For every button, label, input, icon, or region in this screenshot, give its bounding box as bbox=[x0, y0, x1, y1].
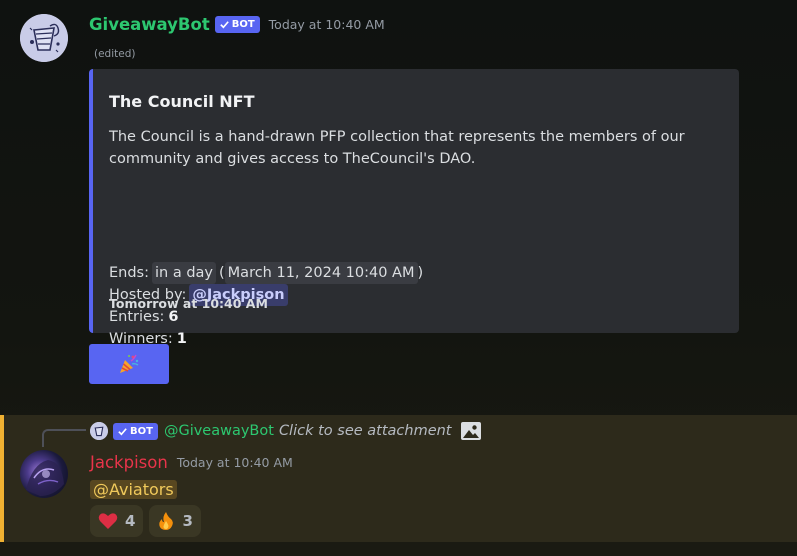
embed-title: The Council NFT bbox=[109, 92, 255, 111]
edited-label: (edited) bbox=[94, 48, 136, 60]
message-header: GiveawayBot BOT Today at 10:40 AM bbox=[89, 12, 385, 36]
reaction-count: 4 bbox=[125, 512, 136, 530]
enter-giveaway-button[interactable] bbox=[89, 344, 169, 384]
reply-bot-tag: BOT bbox=[113, 422, 158, 440]
user-avatar[interactable] bbox=[20, 450, 68, 498]
giveaway-embed: The Council NFT The Council is a hand-dr… bbox=[89, 69, 739, 347]
reactions: 4 3 bbox=[90, 505, 201, 537]
reply-author-mention-text: @GiveawayBot bbox=[163, 423, 274, 439]
ends-relative-time[interactable]: in a day bbox=[152, 262, 216, 284]
reply-author-mention[interactable]: @GiveawayBot bbox=[164, 423, 274, 439]
timestamp: Today at 10:40 AM bbox=[268, 16, 385, 32]
author-name[interactable]: GiveawayBot bbox=[89, 15, 210, 34]
reaction-heart[interactable]: 4 bbox=[90, 505, 144, 537]
bot-tag: BOT bbox=[214, 15, 260, 33]
reaction-fire[interactable]: 3 bbox=[149, 505, 201, 537]
heart-icon bbox=[98, 513, 118, 529]
timestamp: Today at 10:40 AM bbox=[176, 454, 293, 470]
fire-icon bbox=[159, 512, 174, 530]
message-reply-highlighted: BOT @GiveawayBot Click to see attachment… bbox=[0, 415, 797, 542]
paren-close: ) bbox=[417, 265, 424, 281]
ends-label: Ends: bbox=[109, 265, 149, 281]
verified-check-icon bbox=[219, 20, 229, 28]
message-content: @Aviators bbox=[90, 477, 177, 501]
reply-bot-avatar bbox=[90, 422, 108, 440]
role-mention[interactable]: @Aviators bbox=[90, 479, 177, 499]
bot-tag-label: BOT bbox=[231, 18, 255, 30]
reply-bot-tag-label: BOT bbox=[130, 425, 153, 437]
author-name[interactable]: Jackpison bbox=[90, 453, 168, 472]
ends-field: Ends: in a day ( March 11, 2024 10:40 AM… bbox=[109, 262, 423, 284]
reply-connector bbox=[42, 429, 86, 447]
party-popper-icon bbox=[120, 354, 139, 373]
embed-description: The Council is a hand-drawn PFP collecti… bbox=[109, 129, 685, 167]
winners-count: 1 bbox=[176, 331, 187, 347]
reply-reference[interactable]: BOT @GiveawayBot Click to see attachment bbox=[90, 420, 482, 442]
reply-content[interactable]: Click to see attachment bbox=[279, 423, 452, 439]
bot-avatar[interactable] bbox=[20, 14, 68, 62]
ends-absolute-time[interactable]: March 11, 2024 10:40 AM bbox=[224, 262, 418, 284]
reaction-count: 3 bbox=[182, 512, 193, 530]
image-icon bbox=[460, 422, 481, 440]
embed-footer: Tomorrow at 10:40 AM bbox=[109, 296, 268, 311]
verified-check-icon bbox=[118, 427, 127, 435]
message-header: Jackpison Today at 10:40 AM bbox=[90, 450, 293, 474]
paren-open: ( bbox=[219, 265, 225, 281]
message-giveaway: GiveawayBot BOT Today at 10:40 AM (edite… bbox=[0, 0, 797, 412]
